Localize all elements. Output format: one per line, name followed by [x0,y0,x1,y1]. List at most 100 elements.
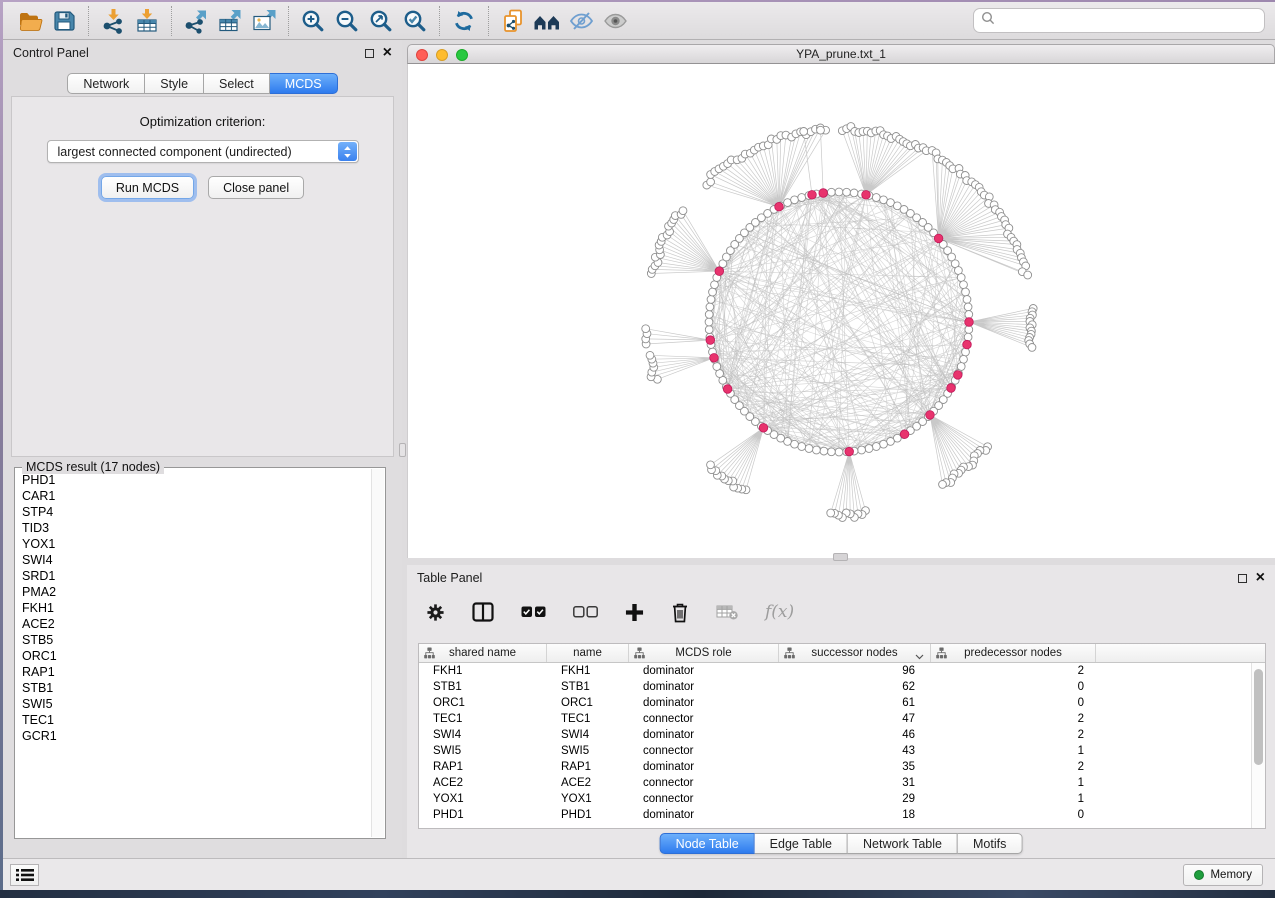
column-header-MCDS-role[interactable]: MCDS role [629,644,779,662]
optimization-criterion-dropdown[interactable]: largest connected component (undirected) [47,140,359,163]
window-minimize-icon[interactable] [436,49,448,61]
table-cell[interactable]: ORC1 [547,697,629,709]
mcds-result-item[interactable]: TEC1 [17,712,370,728]
table-cell[interactable]: TEC1 [419,713,547,725]
table-row[interactable]: RAP1RAP1dominator352 [419,759,1251,775]
mcds-result-list[interactable]: PHD1CAR1STP4TID3YOX1SWI4SRD1PMA2FKH1ACE2… [17,472,370,836]
table-cell[interactable]: TEC1 [547,713,629,725]
tab-motifs[interactable]: Motifs [958,833,1022,854]
column-header-predecessor-nodes[interactable]: predecessor nodes [931,644,1096,662]
table-row[interactable]: STB1STB1dominator620 [419,679,1251,695]
table-row[interactable]: PHD1PHD1dominator180 [419,807,1251,823]
table-cell[interactable]: SWI5 [547,745,629,757]
column-header-shared-name[interactable]: shared name [419,644,547,662]
window-close-icon[interactable] [416,49,428,61]
new-network-from-selection-icon[interactable] [496,5,530,37]
mcds-result-item[interactable]: ACE2 [17,616,370,632]
import-network-icon[interactable] [96,5,130,37]
tab-select[interactable]: Select [204,73,270,94]
table-cell[interactable]: connector [629,745,779,757]
network-graph[interactable] [408,64,1275,558]
zoom-selected-icon[interactable] [398,5,432,37]
table-cell[interactable]: dominator [629,665,779,677]
tab-mcds[interactable]: MCDS [270,73,338,94]
table-cell[interactable]: 35 [779,761,931,773]
table-cell[interactable]: SWI4 [547,729,629,741]
table-cell[interactable]: YOX1 [547,793,629,805]
table-row[interactable]: FKH1FKH1dominator962 [419,663,1251,679]
function-builder-icon[interactable]: f(x) [765,602,794,622]
vertical-splitter-handle[interactable] [399,443,406,457]
zoom-in-icon[interactable] [296,5,330,37]
import-table-icon[interactable] [130,5,164,37]
mcds-result-item[interactable]: STP4 [17,504,370,520]
table-cell[interactable]: 18 [779,809,931,821]
mcds-result-item[interactable]: PHD1 [17,472,370,488]
window-zoom-icon[interactable] [456,49,468,61]
close-panel-icon[interactable]: × [1256,573,1265,583]
table-cell[interactable]: STB1 [547,681,629,693]
mcds-result-item[interactable]: GCR1 [17,728,370,744]
table-cell[interactable]: YOX1 [419,793,547,805]
table-cell[interactable]: 0 [931,697,1096,709]
zoom-out-icon[interactable] [330,5,364,37]
table-cell[interactable]: dominator [629,761,779,773]
table-cell[interactable]: SWI5 [419,745,547,757]
table-row[interactable]: SWI4SWI4dominator462 [419,727,1251,743]
run-mcds-button[interactable]: Run MCDS [101,176,194,199]
table-cell[interactable]: RAP1 [419,761,547,773]
table-cell[interactable]: ORC1 [419,697,547,709]
table-cell[interactable]: FKH1 [547,665,629,677]
refresh-icon[interactable] [447,5,481,37]
mcds-result-item[interactable]: SWI4 [17,552,370,568]
mcds-result-item[interactable]: PMA2 [17,584,370,600]
tab-node-table[interactable]: Node Table [660,833,755,854]
hide-selected-icon[interactable] [564,5,598,37]
table-cell[interactable]: 1 [931,745,1096,757]
column-header-successor-nodes[interactable]: successor nodes [779,644,931,662]
table-cell[interactable]: 47 [779,713,931,725]
table-row[interactable]: ACE2ACE2connector311 [419,775,1251,791]
mcds-result-item[interactable]: TID3 [17,520,370,536]
mcds-result-item[interactable]: SWI5 [17,696,370,712]
mcds-result-item[interactable]: STB1 [17,680,370,696]
export-network-icon[interactable] [179,5,213,37]
table-row[interactable]: ORC1ORC1dominator610 [419,695,1251,711]
tab-network[interactable]: Network [67,73,145,94]
table-cell[interactable]: 29 [779,793,931,805]
table-cell[interactable]: dominator [629,681,779,693]
mcds-result-item[interactable]: CAR1 [17,488,370,504]
table-cell[interactable]: PHD1 [419,809,547,821]
add-icon[interactable] [625,603,644,622]
horizontal-splitter-handle[interactable] [833,553,848,561]
table-cell[interactable]: 31 [779,777,931,789]
table-cell[interactable]: ACE2 [547,777,629,789]
open-session-icon[interactable] [13,5,47,37]
memory-button[interactable]: Memory [1183,864,1263,886]
table-row[interactable]: SWI5SWI5connector431 [419,743,1251,759]
mcds-list-scrollbar[interactable] [371,469,384,837]
mcds-result-item[interactable]: RAP1 [17,664,370,680]
mcds-result-item[interactable]: STB5 [17,632,370,648]
deselect-all-icon[interactable] [573,606,598,618]
export-image-icon[interactable] [247,5,281,37]
network-window-titlebar[interactable]: YPA_prune.txt_1 [407,44,1275,64]
table-cell[interactable]: dominator [629,809,779,821]
table-cell[interactable]: dominator [629,697,779,709]
delete-icon[interactable] [671,602,689,623]
float-panel-icon[interactable] [1238,574,1247,583]
export-table-icon[interactable] [213,5,247,37]
mcds-result-item[interactable]: ORC1 [17,648,370,664]
table-cell[interactable]: 62 [779,681,931,693]
table-cell[interactable]: 1 [931,793,1096,805]
table-cell[interactable]: SWI4 [419,729,547,741]
select-all-icon[interactable] [521,606,546,618]
show-columns-icon[interactable] [472,602,494,622]
mcds-result-item[interactable]: SRD1 [17,568,370,584]
table-cell[interactable]: 2 [931,713,1096,725]
search-input[interactable] [1000,14,1257,28]
table-cell[interactable]: PHD1 [547,809,629,821]
tab-edge-table[interactable]: Edge Table [755,833,848,854]
close-panel-button[interactable]: Close panel [208,176,304,199]
table-cell[interactable]: 2 [931,729,1096,741]
